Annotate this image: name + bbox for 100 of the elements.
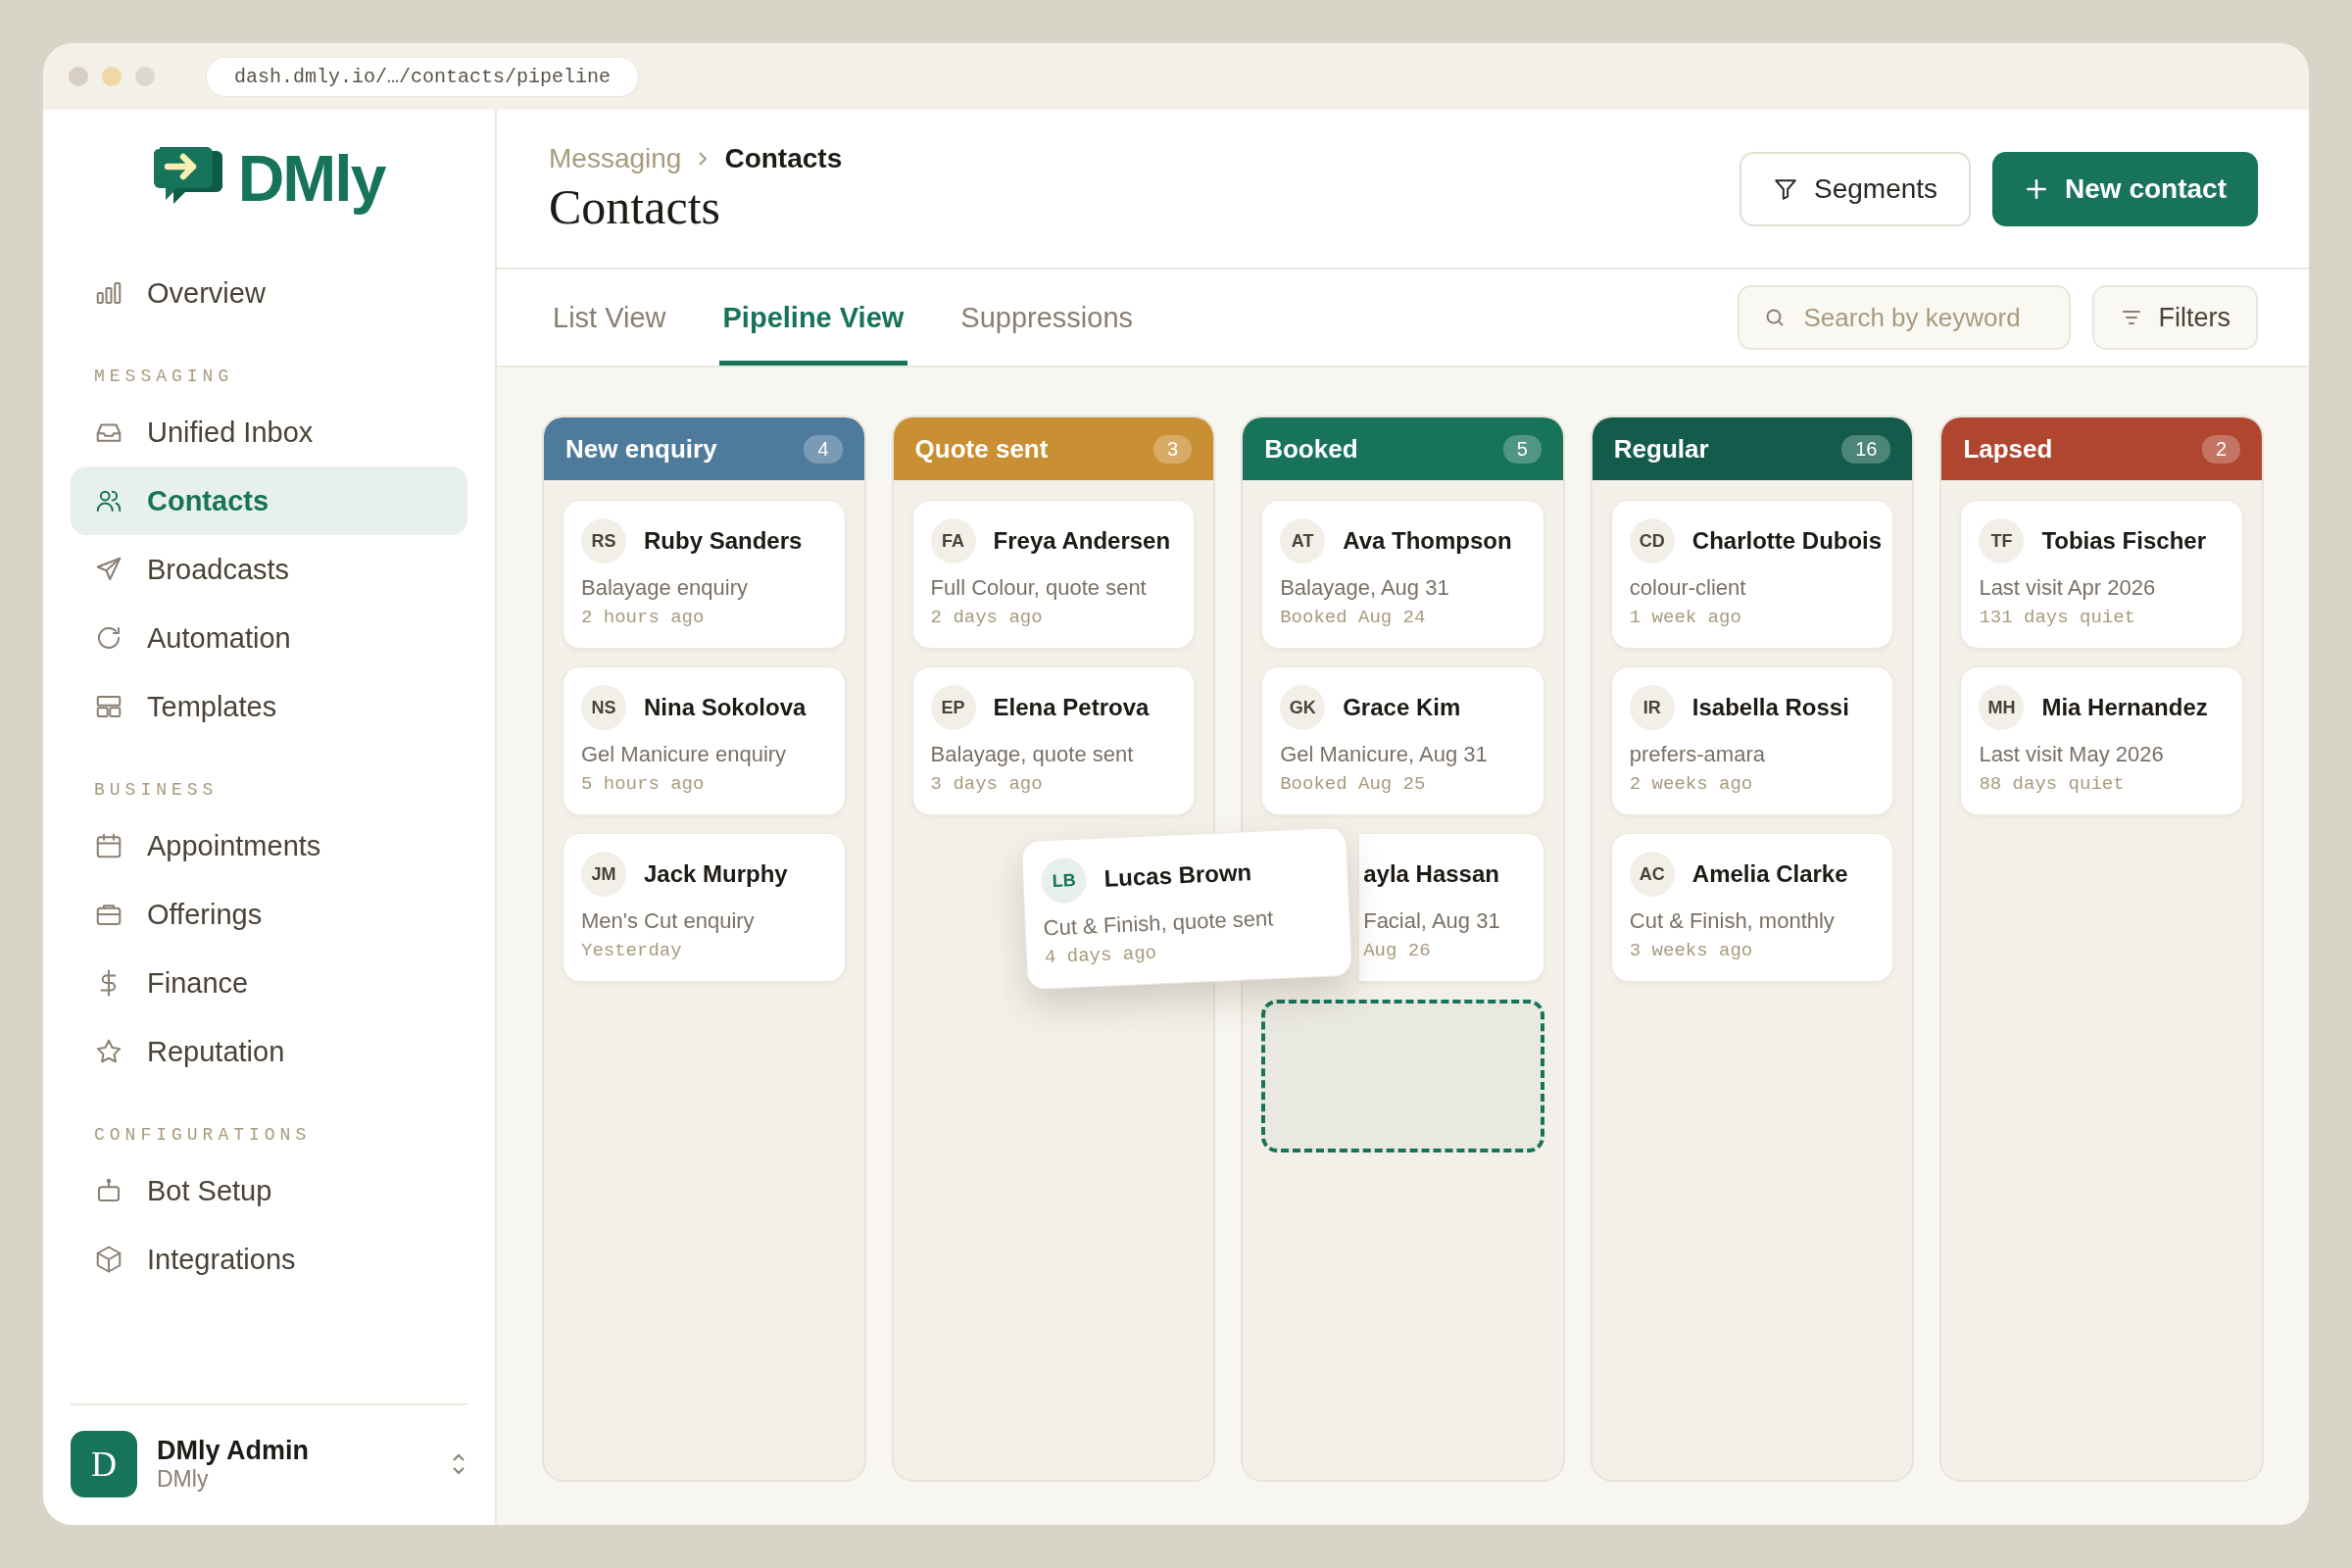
- nav-item[interactable]: Overview: [71, 259, 467, 327]
- column-title: Booked: [1264, 433, 1358, 465]
- contact-detail: Facial, Aug 31: [1363, 908, 1501, 934]
- contact-name: Grace Kim: [1343, 694, 1461, 721]
- nav-item[interactable]: Unified Inbox: [71, 398, 467, 466]
- avatar-initials: LB: [1040, 857, 1088, 905]
- nav-item[interactable]: Appointments: [71, 811, 467, 880]
- contact-card[interactable]: JM Jack Murphy Men's Cut enquiry Yesterday: [563, 833, 846, 982]
- contact-time: 88 days quiet: [1979, 773, 2126, 795]
- contact-detail: prefers-amara: [1629, 742, 1766, 767]
- contact-card[interactable]: CD Charlotte Dubois colour-client 1 week ago: [1610, 500, 1894, 649]
- contact-time: Booked Aug 24: [1280, 607, 1427, 628]
- contact-time: 131 days quiet: [1979, 607, 2137, 628]
- column-title: Quote sent: [914, 433, 1049, 465]
- view-tab[interactable]: Suppressions: [956, 274, 1138, 366]
- new-contact-button[interactable]: New contact: [1992, 151, 2258, 226]
- view-tab[interactable]: List View: [549, 274, 670, 366]
- nav-item[interactable]: Contacts: [71, 466, 467, 535]
- address-bar[interactable]: dash.dmly.io/…/contacts/pipeline: [206, 56, 640, 97]
- contact-time: 3 weeks ago: [1629, 940, 1754, 961]
- calendar-icon: [94, 831, 123, 860]
- contact-card[interactable]: TF Tobias Fischer Last visit Apr 2026 131 days quiet: [1960, 500, 2243, 649]
- avatar-initials: AC: [1629, 852, 1675, 897]
- column-title: Lapsed: [1963, 433, 2053, 465]
- user-name: DMly Admin: [157, 1436, 310, 1466]
- contact-detail: Last visit Apr 2026: [1979, 575, 2157, 601]
- view-tab[interactable]: Pipeline View: [718, 274, 908, 366]
- contact-detail: Gel Manicure, Aug 31: [1280, 742, 1489, 767]
- nav-item[interactable]: Integrations: [71, 1225, 467, 1294]
- contact-time: 2 weeks ago: [1629, 773, 1754, 795]
- section-heading: BUSINESS: [94, 780, 220, 800]
- nav-item[interactable]: Broadcasts: [71, 535, 467, 604]
- search-field[interactable]: Search by keyword: [1737, 285, 2071, 350]
- contact-card[interactable]: MH Mia Hernandez Last visit May 2026 88 days quiet: [1960, 666, 2243, 815]
- window-dot[interactable]: [135, 67, 155, 86]
- nav-item[interactable]: Templates: [71, 672, 467, 741]
- contact-time: 3 days ago: [930, 773, 1044, 795]
- nav-item[interactable]: Automation: [71, 604, 467, 672]
- section-heading: CONFIGURATIONS: [94, 1125, 313, 1145]
- contact-detail: Full Colour, quote sent: [930, 575, 1148, 601]
- contact-time: 4 days ago: [1044, 941, 1158, 969]
- contact-time: Yesterday: [581, 940, 683, 961]
- contact-card[interactable]: NS Nina Sokolova Gel Manicure enquiry 5 hours ago: [563, 666, 846, 815]
- contact-card-part[interactable]: ayla Hassan Facial, Aug 31 Aug 26: [1359, 833, 1544, 982]
- contact-name: Charlotte Dubois: [1691, 527, 1883, 555]
- contact-name: Lucas Brown: [1103, 858, 1252, 893]
- contact-card[interactable]: AC Amelia Clarke Cut & Finish, monthly 3 weeks ago: [1610, 833, 1894, 982]
- chevron-up-down-icon[interactable]: [450, 1451, 467, 1477]
- contact-time: 2 hours ago: [581, 607, 706, 628]
- avatar-initials: CD: [1629, 518, 1675, 564]
- contact-detail: Cut & Finish, monthly: [1629, 908, 1836, 934]
- contact-card[interactable]: EP Elena Petrova Balayage, quote sent 3 days ago: [911, 666, 1196, 815]
- contact-detail: Balayage, Aug 31: [1280, 575, 1450, 601]
- contact-card[interactable]: FA Freya Andersen Full Colour, quote sent 2 days ago: [911, 500, 1196, 649]
- filters-button[interactable]: Filters: [2091, 285, 2258, 350]
- contact-name: Ava Thompson: [1343, 527, 1512, 555]
- contact-detail: Last visit May 2026: [1979, 742, 2165, 767]
- contact-detail: Balayage enquiry: [581, 575, 749, 601]
- contact-name: Mia Hernandez: [2041, 694, 2208, 721]
- column-title: Regular: [1613, 433, 1709, 465]
- contact-card[interactable]: IR Isabella Rossi prefers-amara 2 weeks ago: [1610, 666, 1894, 815]
- user-avatar: D: [71, 1431, 137, 1497]
- segments-button[interactable]: Segments: [1740, 151, 1972, 226]
- avatar-initials: IR: [1629, 685, 1675, 730]
- breadcrumb-current: Contacts: [724, 142, 843, 174]
- count-badge: 5: [1502, 434, 1542, 464]
- contact-name: Jack Murphy: [644, 860, 788, 888]
- avatar-initials: TF: [1979, 518, 2025, 564]
- nav-item[interactable]: Offerings: [71, 880, 467, 949]
- count-badge: 2: [2201, 434, 2240, 464]
- contact-name: Freya Andersen: [993, 527, 1171, 555]
- chevron-icon: [697, 149, 710, 168]
- contact-time: Booked Aug 25: [1280, 773, 1427, 795]
- window-dot[interactable]: [69, 67, 88, 86]
- contact-card[interactable]: GK Grace Kim Gel Manicure, Aug 31 Booked Aug 25: [1261, 666, 1544, 815]
- avatar-initials: NS: [581, 685, 626, 730]
- count-badge: 3: [1153, 434, 1193, 464]
- contact-time: 1 week ago: [1629, 607, 1742, 628]
- nav-item[interactable]: Bot Setup: [71, 1156, 467, 1225]
- avatar-initials: FA: [930, 518, 976, 564]
- nav-item[interactable]: Finance: [71, 949, 467, 1017]
- avatar-initials: JM: [581, 852, 626, 897]
- contact-detail: colour-client: [1629, 575, 1747, 601]
- contact-name: Nina Sokolova: [644, 694, 807, 721]
- contact-card[interactable]: AT Ava Thompson Balayage, Aug 31 Booked Aug 24: [1261, 500, 1544, 649]
- avatar-initials: MH: [1979, 685, 2025, 730]
- contact-time: 5 hours ago: [581, 773, 706, 795]
- contact-name: Elena Petrova: [993, 694, 1150, 721]
- contact-card[interactable]: RS Ruby Sanders Balayage enquiry 2 hours ago: [563, 500, 846, 649]
- avatar-initials: EP: [930, 685, 976, 730]
- avatar-initials: RS: [581, 518, 626, 564]
- contact-name: Isabella Rossi: [1691, 694, 1849, 721]
- contact-detail: Balayage, quote sent: [930, 742, 1135, 767]
- column-title: New enquiry: [565, 433, 717, 465]
- contact-detail: Gel Manicure enquiry: [581, 742, 788, 767]
- nav-item[interactable]: Reputation: [71, 1017, 467, 1086]
- window-dot[interactable]: [102, 67, 122, 86]
- contact-name: ayla Hassan: [1363, 860, 1499, 888]
- avatar-initials: AT: [1280, 518, 1326, 564]
- contact-detail: Men's Cut enquiry: [581, 908, 756, 934]
